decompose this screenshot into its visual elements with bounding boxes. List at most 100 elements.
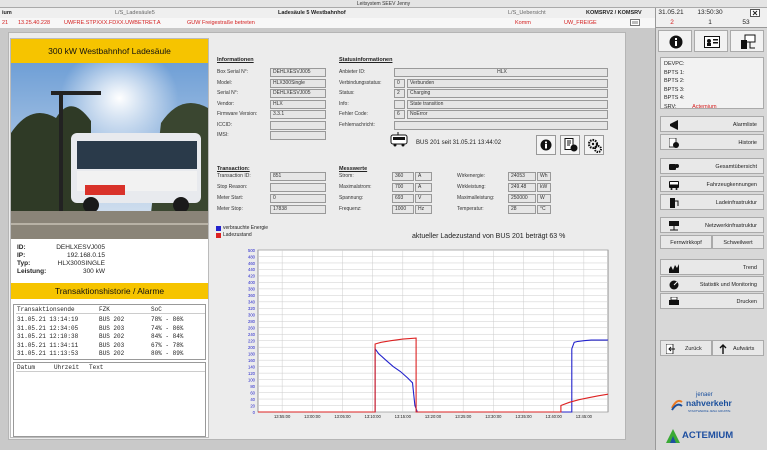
charge-chart: verbrauchte Energie Ladezustand aktuelle… bbox=[212, 222, 624, 436]
status-label: Fehler Code: bbox=[339, 111, 368, 117]
jenaer-nahverkehr-logo: jenaer nahverkehr STADTWERKE JENA GRUPPE bbox=[670, 392, 760, 418]
measurement-label: Strom: bbox=[339, 173, 354, 179]
measurement-label: Spannung: bbox=[339, 195, 364, 201]
info-label: Box Serial N°: bbox=[217, 69, 249, 75]
status-code: 6 bbox=[394, 110, 405, 119]
table-row[interactable]: 31.05.21 13:14:19 BUS 202 78% - 86% bbox=[16, 316, 205, 324]
arrow-up-icon bbox=[719, 344, 727, 354]
device-bpts1: BPTS 1: bbox=[664, 69, 685, 76]
y-tick-label: 280 bbox=[248, 319, 256, 324]
status-label: Verbindungsstatus: bbox=[339, 79, 382, 86]
x-tick-label: 13:40:00 bbox=[546, 414, 563, 419]
info-icon bbox=[669, 35, 683, 49]
table-row[interactable]: 31.05.21 11:34:11 BUS 203 67% - 78% bbox=[16, 342, 205, 350]
gears-icon bbox=[587, 138, 602, 153]
info-label: Model: bbox=[217, 79, 233, 86]
y-tick-label: 40 bbox=[250, 397, 255, 402]
printer-icon bbox=[669, 297, 679, 305]
x-tick-label: 13:35:00 bbox=[515, 414, 532, 419]
alarm-ack-icon[interactable] bbox=[630, 19, 640, 26]
print-button[interactable]: Drucken bbox=[660, 293, 764, 309]
status-code: 2 bbox=[394, 89, 405, 98]
measurement-label: Wirkenergie: bbox=[457, 173, 486, 179]
trend-chart-icon bbox=[669, 264, 679, 273]
up-button[interactable]: Aufwärts bbox=[712, 340, 764, 356]
station-info-button[interactable] bbox=[536, 135, 556, 155]
table-row[interactable]: 31.05.21 12:34:05 BUS 203 74% - 86% bbox=[16, 325, 205, 333]
y-tick-label: 420 bbox=[248, 274, 256, 279]
bus-since-text: BUS 201 seit 31.05.21 13:44:02 bbox=[416, 140, 502, 146]
y-tick-label: 180 bbox=[248, 351, 256, 356]
table-cell: BUS 203 bbox=[99, 341, 125, 349]
charging-infra-button[interactable]: Ladeinfrastruktur bbox=[660, 194, 764, 210]
transaction-history-table[interactable]: Transaktionsende FZK SoC 31.05.21 13:14:… bbox=[13, 304, 206, 360]
bus-charging-status-icon bbox=[390, 132, 408, 147]
station-log-button[interactable] bbox=[560, 135, 580, 155]
trend-button[interactable]: Trend bbox=[660, 259, 764, 275]
measurement-unit: A bbox=[415, 172, 432, 181]
vehicle-ids-button[interactable]: Fahrzeugkennungen bbox=[660, 176, 764, 192]
y-tick-label: 340 bbox=[248, 300, 256, 305]
info-label: Vendor: bbox=[217, 100, 235, 107]
measurement-unit: W bbox=[537, 194, 551, 203]
x-tick-label: 13:55:00 bbox=[274, 414, 291, 419]
station-title: 300 kW Westbahnhof Ladesäule bbox=[11, 39, 208, 63]
x-tick-label: 13:45:00 bbox=[576, 414, 593, 419]
table-cell: 67% - 78% bbox=[151, 341, 184, 349]
measurement-label: Frequenz: bbox=[339, 206, 362, 212]
history-title: Transaktionshistorie / Alarme bbox=[11, 283, 208, 299]
remote-head-button[interactable]: Fernwirkkopf bbox=[660, 235, 712, 249]
threshold-button[interactable]: Schweilwert bbox=[712, 235, 764, 249]
overview-tag[interactable]: L/S_Uebersicht bbox=[508, 8, 546, 18]
x-tick-label: 13:30:00 bbox=[485, 414, 502, 419]
alarm-horn-icon bbox=[670, 120, 678, 130]
network-button[interactable] bbox=[730, 30, 764, 52]
station-type-row: Typ: HLX300SINGLE bbox=[17, 260, 105, 267]
back-button[interactable]: Zurück bbox=[660, 340, 712, 356]
info-value: DEHLXESVJ005 bbox=[270, 89, 326, 98]
info-value: HLX300Single bbox=[270, 78, 326, 88]
bus-charging-icon bbox=[669, 164, 679, 170]
status-value bbox=[394, 120, 608, 130]
statistics-button[interactable]: Statistik und Monitoring bbox=[660, 276, 764, 292]
alarm-code: UWFRE.STPXXX.FDXX.UWBETRET.A bbox=[64, 20, 161, 26]
table-row[interactable]: 31.05.21 12:10:38 BUS 202 84% - 84% bbox=[16, 333, 205, 341]
x-tick-label: 13:15:00 bbox=[395, 414, 412, 419]
network-infra-button[interactable]: Netzwerkinfrastruktur bbox=[660, 217, 764, 233]
table-header: Transaktionsende FZK SoC bbox=[16, 306, 205, 314]
device-bpts4: BPTS 4: bbox=[664, 95, 685, 101]
status-code bbox=[394, 99, 405, 109]
app-name: ium bbox=[2, 10, 12, 16]
contact-button[interactable] bbox=[694, 30, 728, 52]
table-row[interactable]: 31.05.21 11:13:53 BUS 202 80% - 89% bbox=[16, 350, 205, 358]
y-tick-label: 0 bbox=[253, 410, 256, 415]
contact-card-icon bbox=[704, 36, 720, 48]
alarm-list-button[interactable]: Alarmliste bbox=[660, 116, 764, 132]
legend-swatch-energy bbox=[216, 226, 221, 231]
alarm-time: 13.25.40.228 bbox=[18, 20, 51, 26]
info-value: HLX bbox=[270, 99, 326, 109]
overview-button[interactable]: Gesamtübersicht bbox=[660, 158, 764, 174]
device-status-box: DEVPC: BPTS 1: BPTS 2: BPTS 3: BPTS 4: S… bbox=[660, 57, 764, 110]
history-button[interactable]: Historie bbox=[660, 134, 764, 150]
info-label: Serial N°: bbox=[217, 90, 239, 96]
measurement-value: 24053 bbox=[508, 172, 536, 181]
measurement-value: 28 bbox=[508, 205, 536, 214]
measurement-value: 1000 bbox=[392, 205, 414, 214]
station-settings-button[interactable] bbox=[584, 135, 604, 155]
table-cell: BUS 202 bbox=[99, 350, 125, 357]
y-tick-label: 200 bbox=[248, 345, 256, 350]
status-code: 0 bbox=[394, 78, 405, 88]
legend-swatch-soc bbox=[216, 233, 221, 238]
info-button[interactable] bbox=[658, 30, 692, 52]
y-tick-label: 300 bbox=[248, 313, 256, 318]
alarm-table[interactable]: Datum Uhrzeit Text bbox=[13, 362, 206, 437]
table-cell: 80% - 89% bbox=[151, 350, 184, 357]
alarm-row[interactable]: 21 13.25.40.228 UWFRE.STPXXX.FDXX.UWBETR… bbox=[0, 18, 655, 28]
close-icon[interactable] bbox=[750, 9, 760, 17]
y-tick-label: 80 bbox=[250, 384, 255, 389]
bus-icon bbox=[669, 181, 679, 190]
y-tick-label: 440 bbox=[248, 267, 256, 272]
status-label: Status: bbox=[339, 90, 355, 96]
table-cell: BUS 203 bbox=[99, 324, 125, 332]
